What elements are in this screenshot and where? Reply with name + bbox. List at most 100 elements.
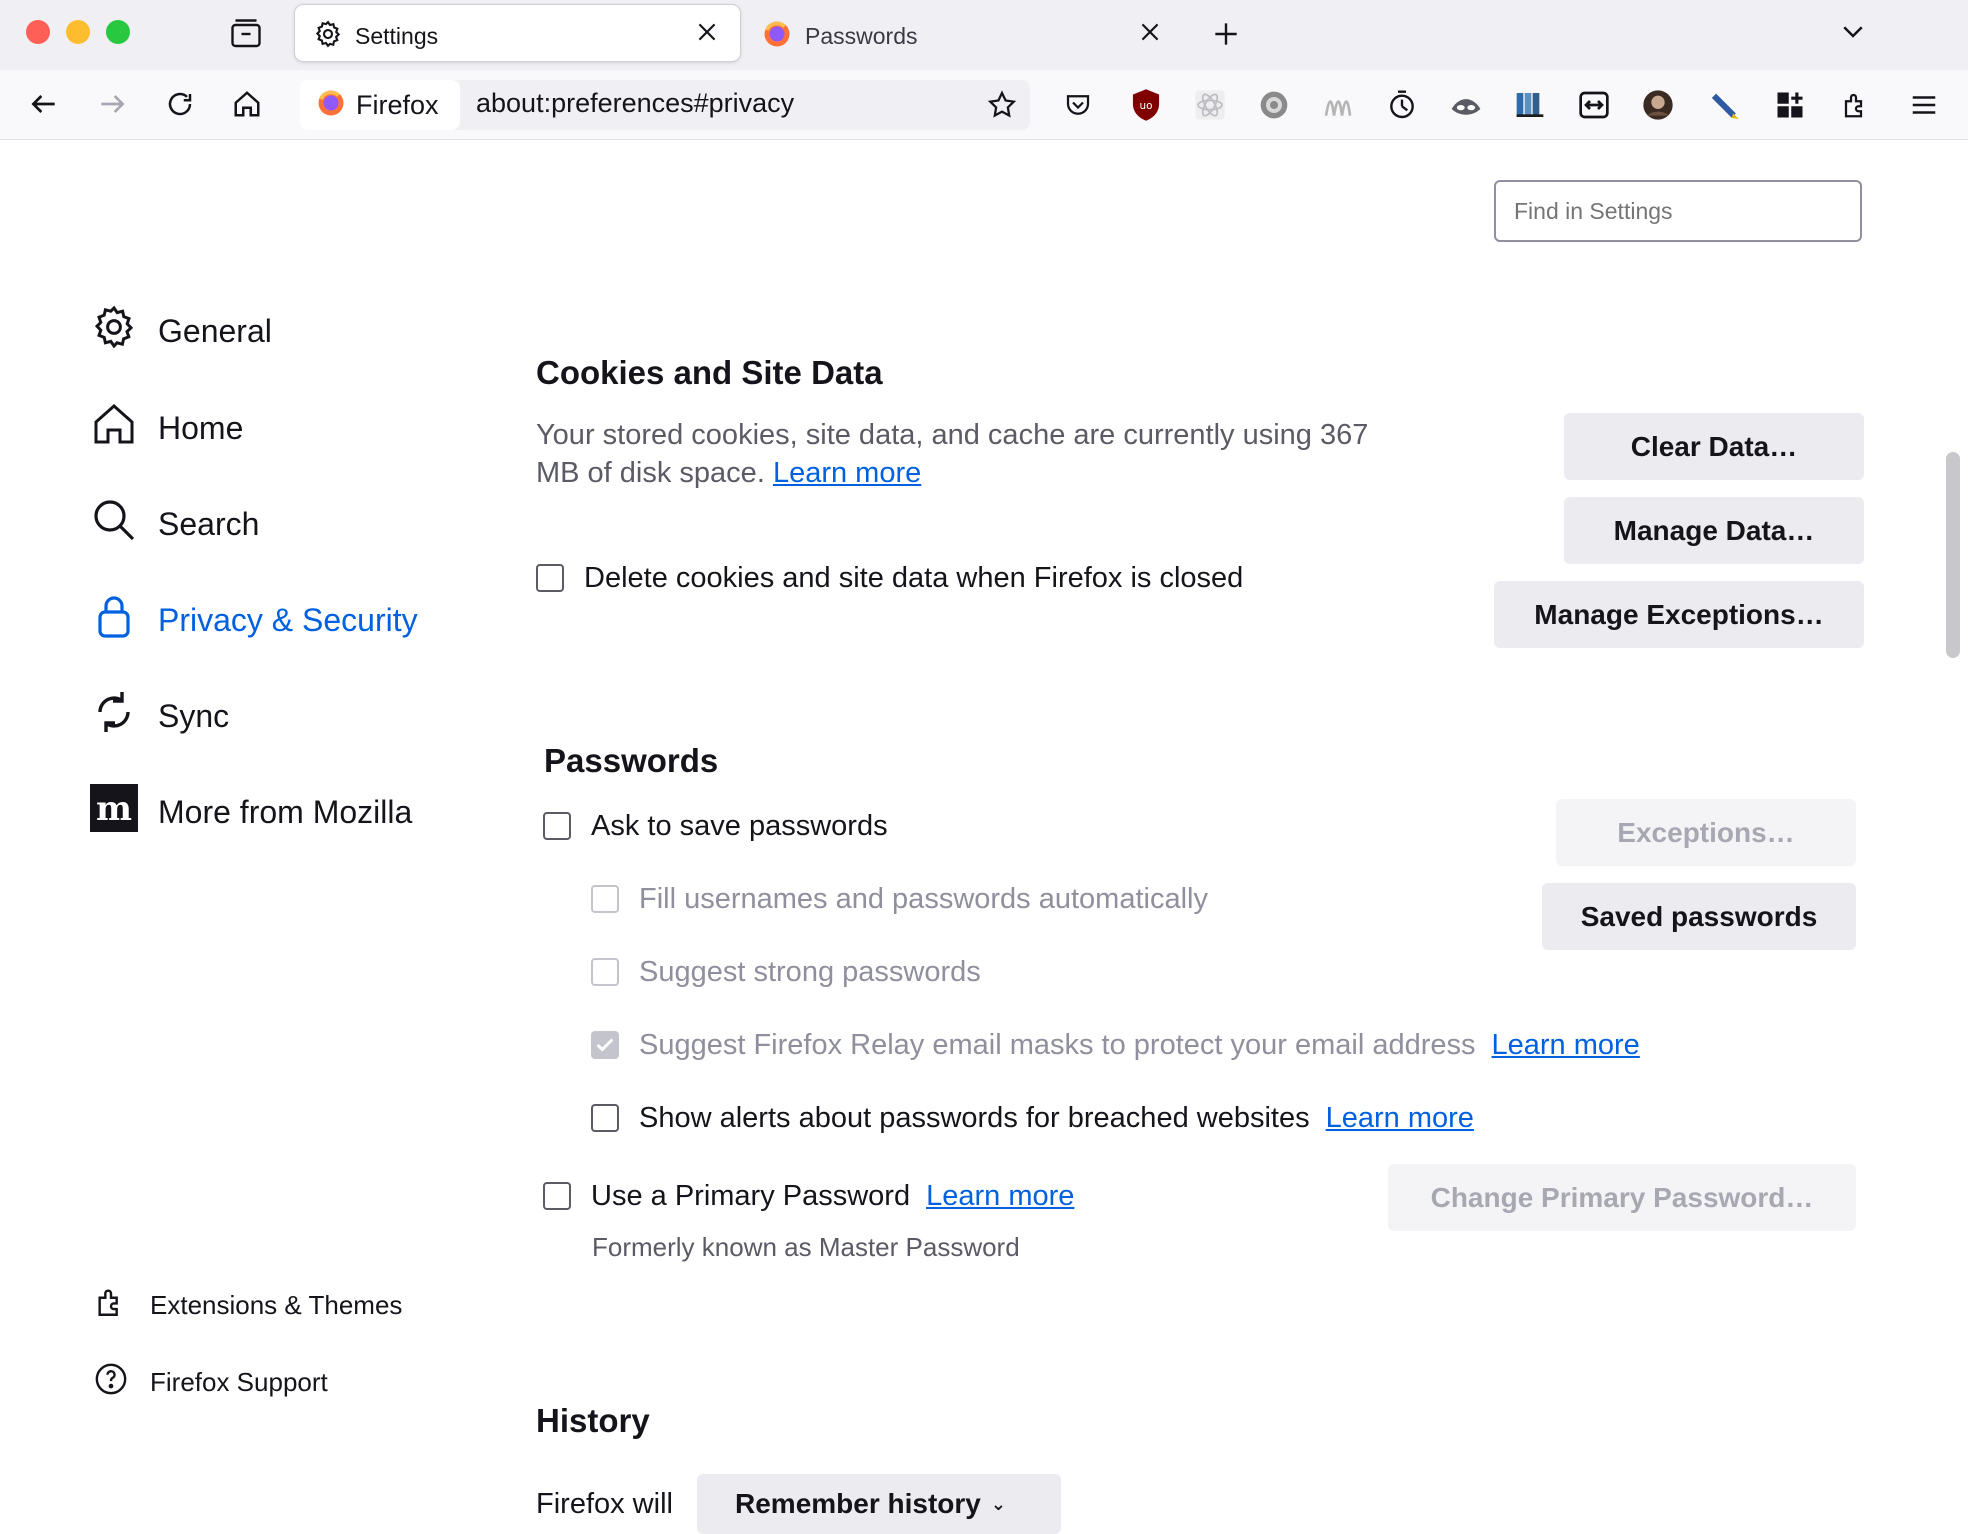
manage-exceptions-button[interactable]: Manage Exceptions… [1494,581,1864,648]
grid-extension-icon[interactable] [1772,87,1808,123]
list-all-tabs-icon[interactable] [1838,16,1868,51]
back-button[interactable] [22,82,66,126]
ask-to-save-checkbox[interactable] [543,812,571,840]
cookies-description-line: Your stored cookies, site data, and cach… [536,419,1369,451]
cookies-description-line: MB of disk space. [536,457,765,489]
sidebar-item-privacy[interactable]: Privacy & Security [90,590,418,650]
home-button[interactable] [225,82,269,126]
delete-on-close-option[interactable]: Delete cookies and site data when Firefo… [536,559,1243,597]
fill-auto-checkbox[interactable] [591,885,619,913]
chevron-down-icon: ⌄ [990,1493,1006,1514]
identity-box[interactable]: Firefox [300,80,460,130]
menu-hamburger-icon[interactable] [1906,87,1942,123]
sidebar-item-more-from-mozilla[interactable]: m More from Mozilla [90,782,412,842]
change-primary-password-button[interactable]: Change Primary Password… [1388,1164,1856,1231]
firefox-support-link[interactable]: Firefox Support [94,1360,328,1404]
find-in-settings-input[interactable] [1494,180,1862,242]
checkbox-label: Ask to save passwords [591,810,888,842]
gear-icon [313,19,343,54]
suggest-strong-option[interactable]: Suggest strong passwords [591,953,981,991]
sidebar-item-sync[interactable]: Sync [90,686,229,746]
breach-alerts-option[interactable]: Show alerts about passwords for breached… [591,1099,1474,1137]
checkbox-label: Suggest Firefox Relay email masks to pro… [639,1029,1476,1061]
ask-to-save-option[interactable]: Ask to save passwords [543,807,888,845]
forward-button[interactable] [90,82,134,126]
gear-icon [90,303,158,359]
wave-extension-icon[interactable] [1320,87,1356,123]
pocket-icon[interactable] [1060,87,1096,123]
pen-extension-icon[interactable] [1708,87,1744,123]
tab-label: Settings [355,23,439,49]
spy-extension-icon[interactable] [1448,87,1484,123]
manage-data-button[interactable]: Manage Data… [1564,497,1864,564]
breach-alerts-checkbox[interactable] [591,1104,619,1132]
sidebar-item-home[interactable]: Home [90,398,243,458]
cookies-description: Your stored cookies, site data, and cach… [536,416,1456,492]
settings-gear-extension-icon[interactable] [1256,87,1292,123]
close-tab-icon[interactable] [694,19,720,50]
exceptions-button[interactable]: Exceptions… [1556,799,1856,866]
checkmark-icon [596,1038,614,1052]
sidebar-item-label: Home [158,409,244,446]
cookies-section-title: Cookies and Site Data [536,354,883,391]
tab-passwords[interactable]: Passwords [745,5,1185,61]
breach-learn-more-link[interactable]: Learn more [1326,1099,1474,1137]
suggest-relay-checkbox[interactable] [591,1031,619,1059]
close-tab-icon[interactable] [1137,19,1163,50]
settings-page: General Home Search Privacy & Security S… [0,140,1968,1534]
url-bar[interactable]: Firefox about:preferences#privacy [300,80,1030,130]
primary-password-option[interactable]: Use a Primary Password Learn more [543,1177,1074,1215]
suggest-strong-checkbox[interactable] [591,958,619,986]
url-text[interactable]: about:preferences#privacy [476,88,794,119]
cookies-learn-more-link[interactable]: Learn more [773,457,921,489]
svg-text:m: m [96,789,132,829]
primary-password-checkbox[interactable] [543,1182,571,1210]
fill-auto-option[interactable]: Fill usernames and passwords automatical… [591,880,1208,918]
extensions-themes-link[interactable]: Extensions & Themes [94,1283,402,1327]
ublock-origin-icon[interactable]: uo [1128,87,1164,123]
suggest-relay-option[interactable]: Suggest Firefox Relay email masks to pro… [591,1026,1640,1064]
primary-learn-more-link[interactable]: Learn more [926,1177,1074,1215]
window-minimize-button[interactable] [66,20,90,44]
saved-passwords-button[interactable]: Saved passwords [1542,883,1856,950]
sidebar-item-general[interactable]: General [90,301,272,361]
sidebar-item-label: Search [158,505,260,542]
reload-button[interactable] [158,82,202,126]
history-section-title: History [536,1402,650,1439]
firefox-view-icon[interactable] [228,16,264,57]
history-label: Firefox will [536,1488,673,1520]
sidebar-item-label: More from Mozilla [158,793,413,830]
search-icon [90,496,158,552]
window-close-button[interactable] [26,20,50,44]
page-scrollbar[interactable] [1946,452,1960,658]
new-tab-icon[interactable] [1210,18,1242,55]
tab-strip: Settings Passwords [0,0,1968,70]
svg-text:uo: uo [1139,100,1152,112]
formerly-master-password-note: Formerly known as Master Password [592,1232,1020,1262]
tab-settings[interactable]: Settings [295,5,740,61]
tab-label: Passwords [805,23,918,49]
profile-avatar-icon[interactable] [1640,87,1676,123]
mozilla-icon: m [90,784,158,840]
home-icon [90,400,158,456]
timer-icon[interactable] [1384,87,1420,123]
sidebar-item-label: Sync [158,697,230,734]
clear-data-button[interactable]: Clear Data… [1564,413,1864,480]
relay-learn-more-link[interactable]: Learn more [1492,1026,1640,1064]
extensions-puzzle-icon[interactable] [1838,87,1874,123]
history-mode-dropdown[interactable]: Remember history ⌄ [697,1474,1061,1534]
checkbox-label: Suggest strong passwords [639,956,981,988]
bookmark-star-icon[interactable] [986,89,1018,126]
sidebar-item-search[interactable]: Search [90,494,259,554]
window-zoom-button[interactable] [106,20,130,44]
footer-link-label: Firefox Support [150,1366,328,1397]
checkbox-label: Delete cookies and site data when Firefo… [584,562,1244,594]
react-devtools-icon[interactable] [1192,87,1228,123]
sidebar-item-label: Privacy & Security [158,601,418,638]
delete-on-close-checkbox[interactable] [536,564,564,592]
firefox-logo-icon [316,88,346,123]
checkbox-label: Show alerts about passwords for breached… [639,1102,1310,1134]
responsive-design-icon[interactable] [1576,87,1612,123]
identity-label: Firefox [356,89,439,120]
library-books-icon[interactable] [1512,87,1548,123]
